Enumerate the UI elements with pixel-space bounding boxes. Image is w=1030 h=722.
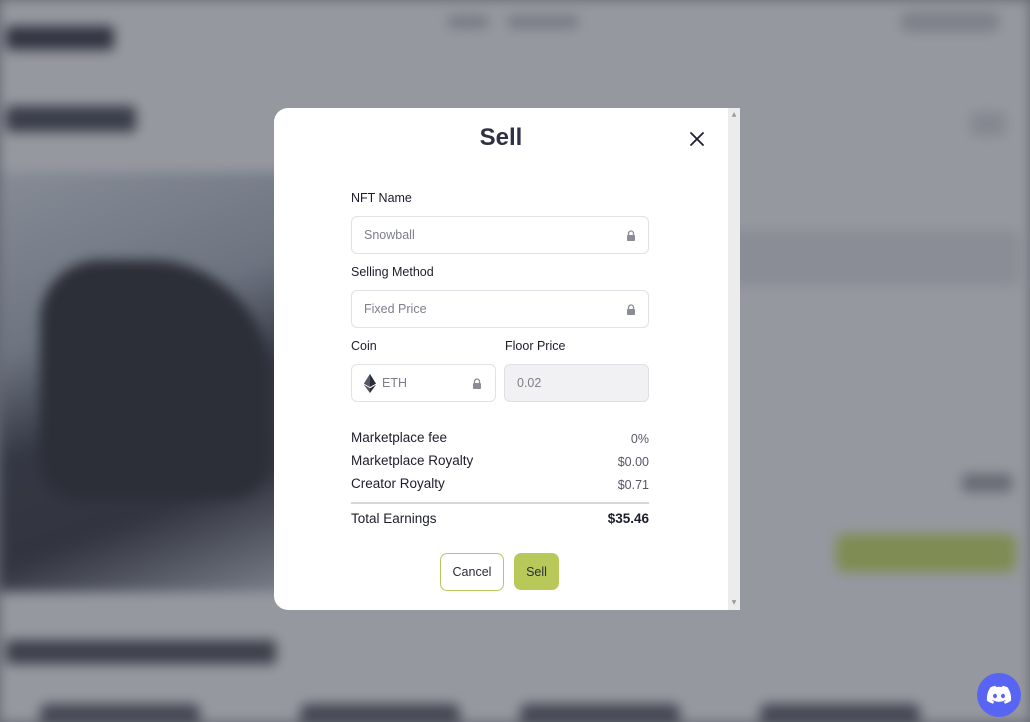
floor-price-label: Floor Price: [505, 339, 566, 353]
marketplace-royalty-value: $0.00: [617, 455, 649, 469]
nft-name-field[interactable]: Snowball: [351, 216, 649, 254]
floor-price-value: 0.02: [517, 376, 542, 390]
selling-method-label: Selling Method: [351, 265, 434, 279]
nft-name-label: NFT Name: [351, 191, 412, 205]
total-earnings-value: $35.46: [607, 511, 649, 526]
modal-scrollbar[interactable]: ▲ ▼: [728, 108, 740, 610]
scroll-up-arrow-icon[interactable]: ▲: [728, 110, 740, 120]
creator-royalty-value: $0.71: [617, 478, 649, 492]
scroll-down-arrow-icon[interactable]: ▼: [728, 598, 740, 608]
discord-button[interactable]: [977, 673, 1021, 717]
lock-icon: [627, 230, 635, 241]
marketplace-fee-value: 0%: [630, 432, 649, 446]
floor-price-field[interactable]: 0.02: [504, 364, 649, 402]
lock-icon: [627, 304, 635, 315]
cancel-button[interactable]: Cancel: [440, 553, 504, 591]
marketplace-royalty-label: Marketplace Royalty: [351, 453, 474, 468]
coin-value: ETH: [382, 376, 407, 390]
sell-modal: Sell NFT Name Snowball Selling Method Fi…: [274, 108, 740, 610]
marketplace-fee-label: Marketplace fee: [351, 430, 448, 445]
discord-icon: [986, 685, 1012, 704]
selling-method-value: Fixed Price: [364, 302, 427, 316]
sell-button[interactable]: Sell: [514, 553, 559, 590]
ethereum-icon: [364, 374, 376, 393]
nft-name-value: Snowball: [364, 228, 415, 242]
close-icon: [690, 132, 704, 146]
close-button[interactable]: [684, 126, 710, 152]
coin-label: Coin: [351, 339, 377, 353]
total-earnings-label: Total Earnings: [351, 511, 437, 526]
lock-icon: [473, 378, 481, 389]
selling-method-field[interactable]: Fixed Price: [351, 290, 649, 328]
modal-title: Sell: [479, 124, 523, 151]
coin-field[interactable]: ETH: [351, 364, 496, 402]
creator-royalty-label: Creator Royalty: [351, 476, 445, 491]
summary-divider: [351, 502, 649, 504]
